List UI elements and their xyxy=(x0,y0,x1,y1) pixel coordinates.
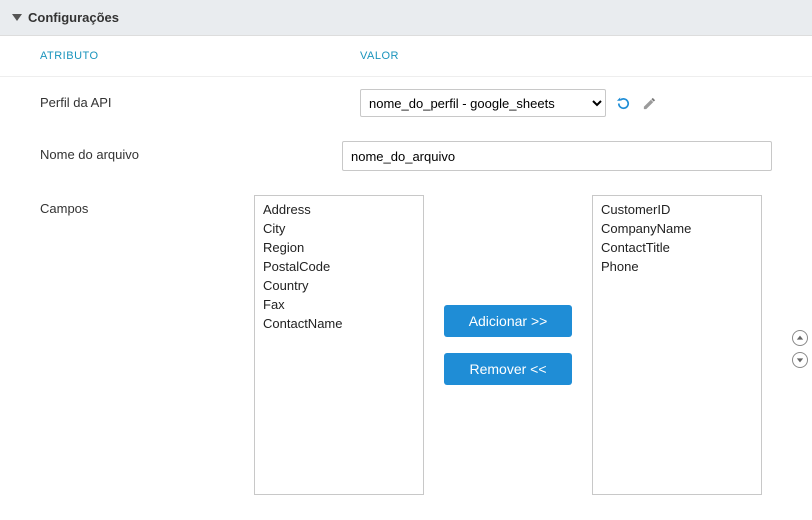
list-item[interactable]: ContactTitle xyxy=(601,238,753,257)
scroll-down-icon[interactable] xyxy=(792,352,808,368)
label-api-profile: Perfil da API xyxy=(40,89,360,110)
selected-fields-listbox[interactable]: CustomerIDCompanyNameContactTitlePhone xyxy=(592,195,762,495)
list-item[interactable]: Fax xyxy=(263,295,415,314)
side-scroll-controls xyxy=(792,330,808,368)
column-header-attribute: ATRIBUTO xyxy=(40,50,360,62)
section-title: Configurações xyxy=(28,10,119,25)
list-item[interactable]: CustomerID xyxy=(601,200,753,219)
scroll-up-icon[interactable] xyxy=(792,330,808,346)
list-item[interactable]: City xyxy=(263,219,415,238)
dual-listbox: AddressCityRegionPostalCodeCountryFaxCon… xyxy=(254,195,772,495)
columns-header: ATRIBUTO VALOR xyxy=(0,36,812,77)
list-item[interactable]: Country xyxy=(263,276,415,295)
add-button[interactable]: Adicionar >> xyxy=(444,305,572,337)
row-filename: Nome do arquivo xyxy=(0,129,812,183)
row-fields: Campos AddressCityRegionPostalCodeCountr… xyxy=(0,183,812,507)
list-item[interactable]: Address xyxy=(263,200,415,219)
list-item[interactable]: PostalCode xyxy=(263,257,415,276)
edit-pencil-icon[interactable] xyxy=(640,94,658,112)
label-filename: Nome do arquivo xyxy=(40,141,342,162)
row-api-profile: Perfil da API nome_do_perfil - google_sh… xyxy=(0,77,812,129)
transfer-buttons: Adicionar >> Remover << xyxy=(444,195,572,495)
filename-input[interactable] xyxy=(342,141,772,171)
list-item[interactable]: CompanyName xyxy=(601,219,753,238)
list-item[interactable]: Region xyxy=(263,238,415,257)
collapse-triangle-icon xyxy=(12,14,22,21)
refresh-icon[interactable] xyxy=(614,94,632,112)
list-item[interactable]: Phone xyxy=(601,257,753,276)
list-item[interactable]: ContactName xyxy=(263,314,415,333)
api-profile-select[interactable]: nome_do_perfil - google_sheets xyxy=(360,89,606,117)
section-header[interactable]: Configurações xyxy=(0,0,812,36)
available-fields-listbox[interactable]: AddressCityRegionPostalCodeCountryFaxCon… xyxy=(254,195,424,495)
column-header-value: VALOR xyxy=(360,50,812,62)
label-fields: Campos xyxy=(40,195,254,216)
remove-button[interactable]: Remover << xyxy=(444,353,572,385)
